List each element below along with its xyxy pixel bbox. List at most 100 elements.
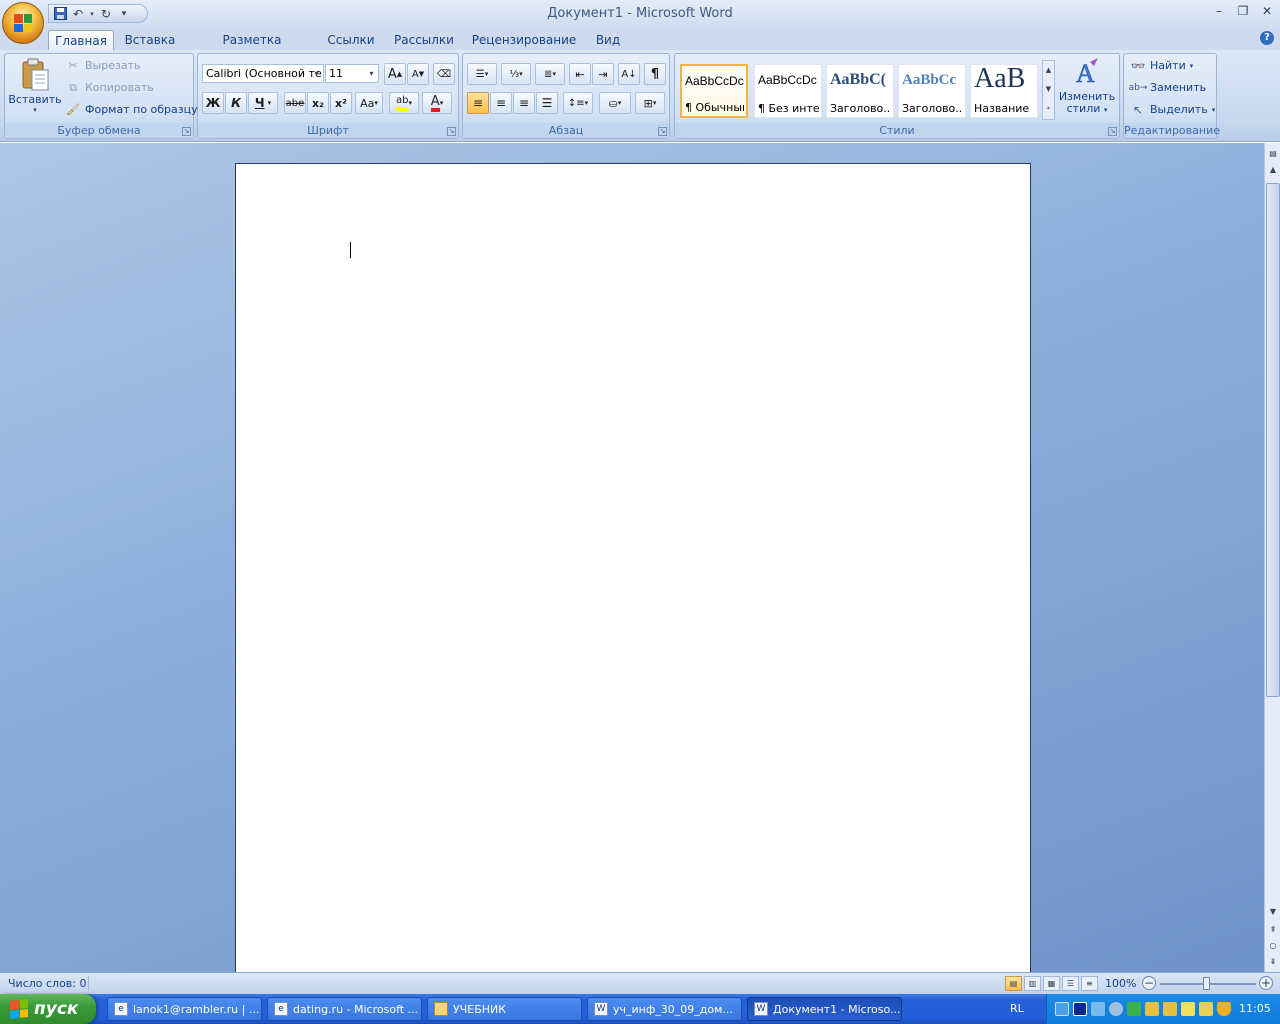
antivirus-icon[interactable] (1127, 1002, 1141, 1016)
taskbar-item-folder[interactable]: УЧЕБНИК (427, 997, 582, 1021)
taskbar-item-word-doc[interactable]: W уч_инф_30_09_дом... (587, 997, 742, 1021)
multilevel-list-button[interactable]: ≣ ▾ (535, 63, 565, 85)
taskbar-item-document1[interactable]: W Документ1 - Microso... (747, 997, 902, 1021)
print-layout-view-icon[interactable]: ▤ (1005, 976, 1022, 991)
taskbar-item-mail[interactable]: e lanok1@rambler.ru | ... (107, 997, 262, 1021)
font-group: Calibri (Основной те ▾ 11 ▾ A ▲ A ▼ ⌫ Ж К … (197, 53, 459, 139)
zoom-in-icon[interactable]: + (1259, 976, 1273, 990)
align-left-button[interactable]: ≡ (467, 92, 489, 114)
more-styles-icon[interactable]: ⩡ (1043, 99, 1054, 118)
bullets-button[interactable]: ☰ ▾ (467, 63, 497, 85)
style-title[interactable]: AaB Название (970, 64, 1038, 118)
decrease-indent-button[interactable]: ⇤ (569, 63, 591, 85)
copy-button[interactable]: ⧉ Копировать (65, 78, 154, 98)
select-browse-object-icon[interactable]: ○ (1266, 939, 1280, 953)
tray-app-icon[interactable] (1181, 1002, 1195, 1016)
word-count[interactable]: Число слов: 0 (8, 977, 87, 990)
full-screen-reading-view-icon[interactable]: ▥ (1024, 976, 1041, 991)
style-no-spacing[interactable]: AaBbCcDc ¶ Без инте... (754, 64, 822, 118)
font-color-button[interactable]: A ▾ (422, 92, 452, 114)
line-spacing-button[interactable]: ↕≡ ▾ (563, 92, 593, 114)
tray-app-icon[interactable] (1163, 1002, 1177, 1016)
tab-review[interactable]: Рецензирование (468, 30, 580, 50)
zoom-out-icon[interactable]: − (1142, 976, 1156, 990)
system-tray: 11:05 (1046, 994, 1280, 1024)
borders-button[interactable]: ⊞ ▾ (635, 92, 665, 114)
underline-button[interactable]: Ч ▾ (248, 92, 278, 114)
tray-app-icon[interactable] (1145, 1002, 1159, 1016)
clear-formatting-button[interactable]: ⌫ (433, 63, 455, 85)
cut-button[interactable]: ✂ Вырезать (65, 56, 140, 76)
vertical-scrollbar[interactable]: ▤ ▲ ▼ ⇞ ○ ⇟ (1264, 143, 1280, 972)
change-styles-button[interactable]: A Изменить стили ▾ (1057, 56, 1117, 122)
scroll-up-icon[interactable]: ▲ (1043, 61, 1054, 80)
media-player-icon[interactable] (1073, 1002, 1087, 1016)
font-name-combo[interactable]: Calibri (Основной те ▾ (202, 64, 324, 83)
subscript-button[interactable]: x₂ (307, 92, 329, 114)
format-painter-button[interactable]: 🖌 Формат по образцу (65, 100, 198, 120)
scroll-up-icon[interactable]: ▲ (1266, 163, 1280, 177)
highlight-button[interactable]: ab ▾ (389, 92, 419, 114)
scrollbar-thumb[interactable] (1266, 183, 1280, 697)
restore-button[interactable]: ❐ (1232, 4, 1254, 22)
style-heading-1[interactable]: AaBbC( Заголово... (826, 64, 894, 118)
justify-button[interactable]: ☰ (536, 92, 558, 114)
italic-button[interactable]: К (225, 92, 247, 114)
tab-insert[interactable]: Вставка (120, 30, 180, 50)
align-center-button[interactable]: ≡ (490, 92, 512, 114)
ruler-toggle-icon[interactable]: ▤ (1266, 147, 1280, 161)
strikethrough-button[interactable]: abe (284, 92, 306, 114)
tray-app-icon[interactable] (1199, 1002, 1213, 1016)
replace-button[interactable]: ab→ Заменить (1129, 78, 1206, 98)
scroll-down-icon[interactable]: ▼ (1043, 80, 1054, 99)
tab-mailings[interactable]: Рассылки (390, 30, 458, 50)
change-case-button[interactable]: Aa ▾ (355, 92, 383, 114)
tab-page-layout[interactable]: Разметка страницы (190, 30, 314, 67)
increase-indent-button[interactable]: ⇥ (592, 63, 614, 85)
grow-font-button[interactable]: A ▲ (384, 63, 406, 85)
sort-button[interactable]: A↓ (618, 63, 640, 85)
zoom-slider[interactable] (1160, 977, 1256, 990)
tab-view[interactable]: Вид (588, 30, 628, 50)
style-normal[interactable]: AaBbCcDc ¶ Обычный (680, 64, 748, 118)
help-icon[interactable]: ? (1260, 31, 1274, 45)
tab-home[interactable]: Главная (48, 30, 114, 50)
find-button[interactable]: 👓 Найти ▾ (1130, 56, 1194, 76)
document-page[interactable] (235, 163, 1031, 972)
scroll-down-icon[interactable]: ▼ (1266, 905, 1280, 919)
show-marks-button[interactable]: ¶ (644, 63, 666, 85)
paste-button[interactable]: Вставить ▾ (7, 56, 63, 120)
clipboard-dialog-launcher[interactable]: ↘ (182, 127, 191, 136)
start-button[interactable]: пуск (0, 994, 96, 1024)
language-indicator[interactable]: RL (1010, 1002, 1024, 1015)
shrink-font-button[interactable]: A ▼ (407, 63, 429, 85)
shading-button[interactable]: ⛀ ▾ (599, 92, 631, 114)
select-button[interactable]: ↖ Выделить ▾ (1130, 100, 1215, 120)
superscript-button[interactable]: x² (330, 92, 352, 114)
draft-view-icon[interactable]: ≡ (1081, 976, 1098, 991)
clock[interactable]: 11:05 (1239, 1002, 1271, 1015)
font-size-combo[interactable]: 11 ▾ (325, 64, 379, 83)
tab-references[interactable]: Ссылки (322, 30, 380, 50)
display-icon[interactable] (1091, 1002, 1105, 1016)
align-right-button[interactable]: ≡ (513, 92, 535, 114)
close-button[interactable]: ✕ (1256, 4, 1278, 22)
paragraph-dialog-launcher[interactable]: ↘ (658, 127, 667, 136)
font-dialog-launcher[interactable]: ↘ (447, 127, 456, 136)
zoom-level[interactable]: 100% (1105, 977, 1136, 990)
volume-icon[interactable] (1109, 1002, 1123, 1016)
next-page-icon[interactable]: ⇟ (1266, 955, 1280, 969)
styles-dialog-launcher[interactable]: ↘ (1108, 127, 1117, 136)
taskbar-item-dating[interactable]: e dating.ru - Microsoft ... (267, 997, 422, 1021)
office-button[interactable] (2, 2, 44, 44)
web-layout-view-icon[interactable]: ▦ (1043, 976, 1060, 991)
network-icon[interactable] (1055, 1002, 1069, 1016)
outline-view-icon[interactable]: ☰ (1062, 976, 1079, 991)
security-shield-icon[interactable] (1217, 1002, 1231, 1016)
minimize-button[interactable]: – (1208, 4, 1230, 22)
numbering-button[interactable]: ⅓ ▾ (501, 63, 531, 85)
style-heading-2[interactable]: AaBbCc Заголово... (898, 64, 966, 118)
zoom-slider-thumb[interactable] (1203, 977, 1210, 990)
bold-button[interactable]: Ж (202, 92, 224, 114)
previous-page-icon[interactable]: ⇞ (1266, 923, 1280, 937)
